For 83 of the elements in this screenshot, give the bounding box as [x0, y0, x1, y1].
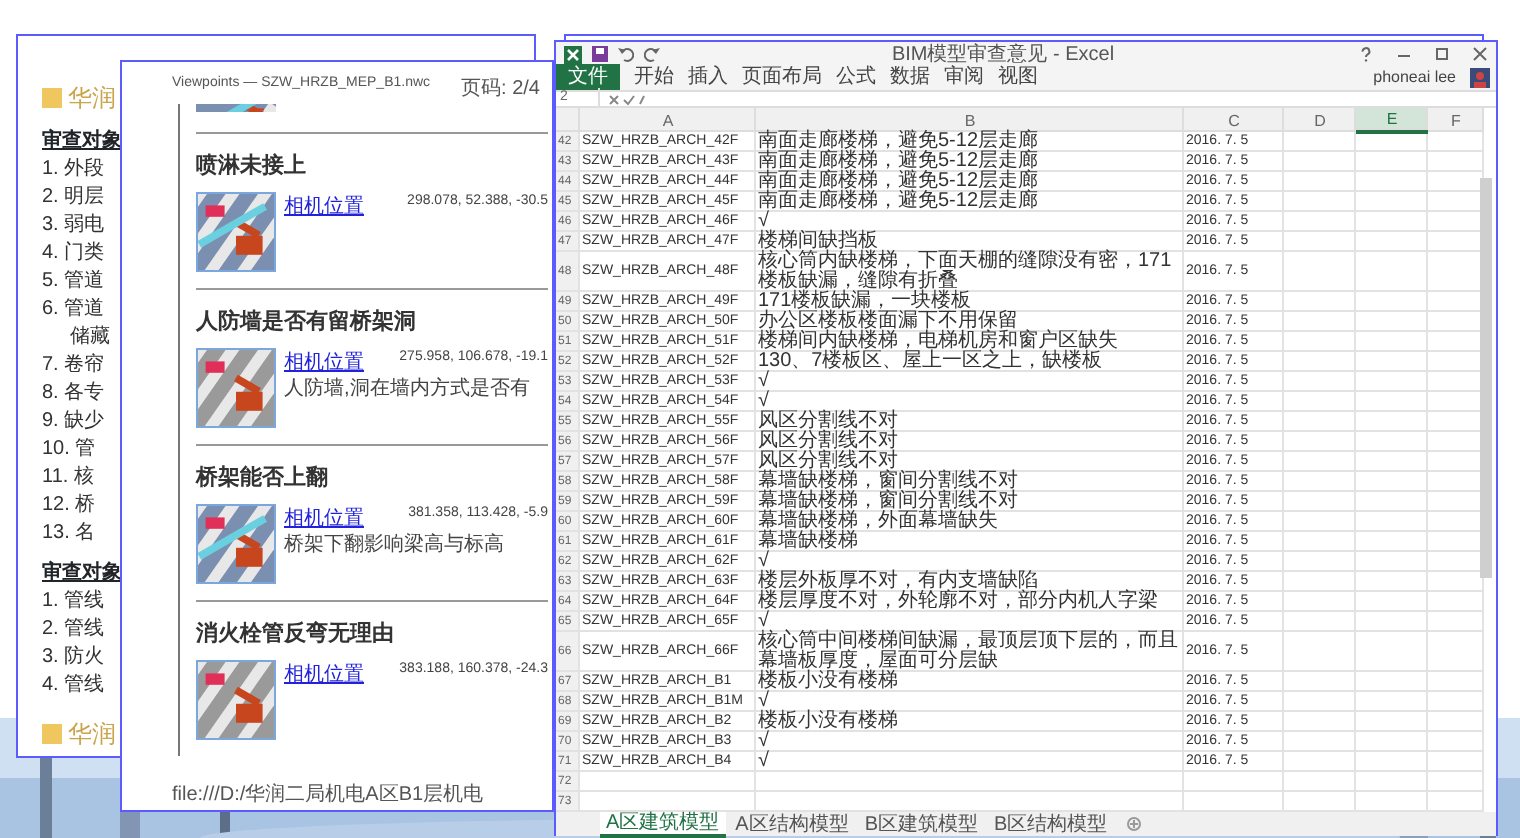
table-cell: 楼板小没有楼梯	[756, 712, 1184, 732]
table-cell: √	[756, 612, 1184, 632]
list-item: 6. 管道	[42, 296, 105, 324]
window-title: BIM模型审查意见 - Excel	[889, 41, 1117, 65]
table-cell: 楼梯间缺挡板	[756, 232, 1184, 252]
ribbon-tab[interactable]: 公式	[836, 68, 876, 88]
table-cell: √	[756, 552, 1184, 572]
list-item: 10. 管	[42, 436, 96, 464]
table-cell: 171楼板缺漏，一块楼板	[756, 292, 1184, 312]
column-header[interactable]: C	[1184, 108, 1284, 132]
sheet-tab[interactable]: A区结构模型	[729, 813, 855, 835]
list-item: 4. 门类	[42, 240, 105, 268]
table-cell: √	[756, 392, 1184, 412]
table-cell: √	[756, 732, 1184, 752]
column-header[interactable]: F	[1428, 108, 1484, 132]
table-cell: 楼层外板厚不对，有内支墙缺陷	[756, 572, 1184, 592]
table-cell: 风区分割线不对	[756, 412, 1184, 432]
user-name: phoneai lee	[1373, 68, 1456, 88]
list-item: 2. 明层	[42, 184, 105, 212]
table-cell: 幕墙缺楼梯	[756, 532, 1184, 552]
ribbon-tab[interactable]: 页面布局	[742, 68, 822, 88]
issue-title: 人防墙是否有留桥架洞	[196, 307, 416, 338]
issue-note: 桥架下翻影响梁高与标高	[284, 533, 506, 555]
list-item: 储藏	[68, 324, 110, 352]
table-cell: 幕墙缺楼梯，窗间分割线不对	[756, 472, 1184, 492]
list-item: 8. 各专	[42, 380, 105, 408]
table-cell: √	[756, 372, 1184, 392]
issue-title: 桥架能否上翻	[196, 463, 328, 494]
table-cell: 南面走廊楼梯，避免5-12层走廊	[756, 132, 1184, 152]
table-cell: √	[756, 752, 1184, 772]
section-heading: 审查对象	[42, 128, 122, 156]
sheet-tab[interactable]: B区建筑模型	[858, 813, 985, 835]
list-item: 12. 桥	[42, 492, 96, 520]
ribbon-tab[interactable]: 开始	[634, 68, 674, 88]
column-header[interactable]: E	[1356, 108, 1428, 132]
ribbon-tab[interactable]: 视图	[998, 68, 1038, 88]
page-footer: file:///D:/华润二局机电A区B1层机电	[172, 780, 548, 810]
sheet-tab[interactable]: B区结构模型	[988, 813, 1114, 835]
issue-title: 喷淋未接上	[196, 151, 306, 182]
column-header[interactable]: D	[1284, 108, 1356, 132]
table-cell: 核心筒中间楼梯间缺漏，最顶层顶下层的，而且幕墙板厚度，屋面可分层缺	[756, 632, 1184, 672]
table-cell: 幕墙缺楼梯，外面幕墙缺失	[756, 512, 1184, 532]
list-item: 3. 防火	[42, 644, 105, 672]
list-item: 3. 弱电	[42, 212, 105, 240]
ribbon-tab[interactable]: 插入	[688, 68, 728, 88]
table-cell: 楼梯间内缺楼梯，电梯机房和窗户区缺失	[756, 332, 1184, 352]
page-number: 页码: 2/4	[461, 76, 540, 104]
list-item: 4. 管线	[42, 672, 105, 700]
table-cell: 楼板小没有楼梯	[756, 672, 1184, 692]
camera-link[interactable]: 相机位置	[284, 191, 364, 221]
table-cell: √	[756, 212, 1184, 232]
file-tab[interactable]: 文件	[556, 64, 620, 92]
table-cell: 南面走廊楼梯，避免5-12层走廊	[756, 152, 1184, 172]
list-item: 9. 缺少	[42, 408, 105, 436]
list-item: 7. 卷帘	[42, 352, 105, 380]
table-cell: 风区分割线不对	[756, 432, 1184, 452]
logo-text: 华润	[68, 718, 116, 752]
section-heading: 审查对象	[42, 560, 122, 588]
ribbon-tab[interactable]: 数据	[890, 68, 930, 88]
table-cell: 幕墙缺楼梯，窗间分割线不对	[756, 492, 1184, 512]
list-item: 13. 名	[42, 520, 96, 548]
table-cell: √	[756, 692, 1184, 712]
list-item: 1. 管线	[42, 588, 105, 616]
logo-text: 华润	[68, 82, 116, 116]
column-header[interactable]: A	[580, 108, 756, 132]
table-cell: 130、7楼板区、屋上一区之上，缺楼板	[756, 352, 1184, 372]
table-cell: 风区分割线不对	[756, 452, 1184, 472]
table-cell: 办公区楼板楼面漏下不用保留	[756, 312, 1184, 332]
camera-link[interactable]: 相机位置	[284, 347, 364, 377]
sheet-tab[interactable]: A区建筑模型	[600, 811, 726, 837]
list-item: 1. 外段	[42, 156, 105, 184]
column-header[interactable]: B	[756, 108, 1184, 132]
list-item: 2. 管线	[42, 616, 105, 644]
table-cell: 南面走廊楼梯，避免5-12层走廊	[756, 192, 1184, 212]
issue-note: 人防墙,洞在墙内方式是否有	[284, 377, 532, 399]
issue-title: 消火栓管反弯无理由	[196, 619, 394, 650]
camera-link[interactable]: 相机位置	[284, 503, 364, 533]
list-item: 11. 核	[42, 464, 94, 492]
camera-link[interactable]: 相机位置	[284, 659, 364, 689]
list-item: 5. 管道	[42, 268, 105, 296]
table-cell: 楼层厚度不对，外轮廓不对，部分内机人字梁	[756, 592, 1184, 612]
table-cell: 核心筒内缺楼梯，下面天棚的缝隙没有密，171楼板缺漏，缝隙有折叠	[756, 252, 1184, 292]
table-cell: 南面走廊楼梯，避免5-12层走廊	[756, 172, 1184, 192]
